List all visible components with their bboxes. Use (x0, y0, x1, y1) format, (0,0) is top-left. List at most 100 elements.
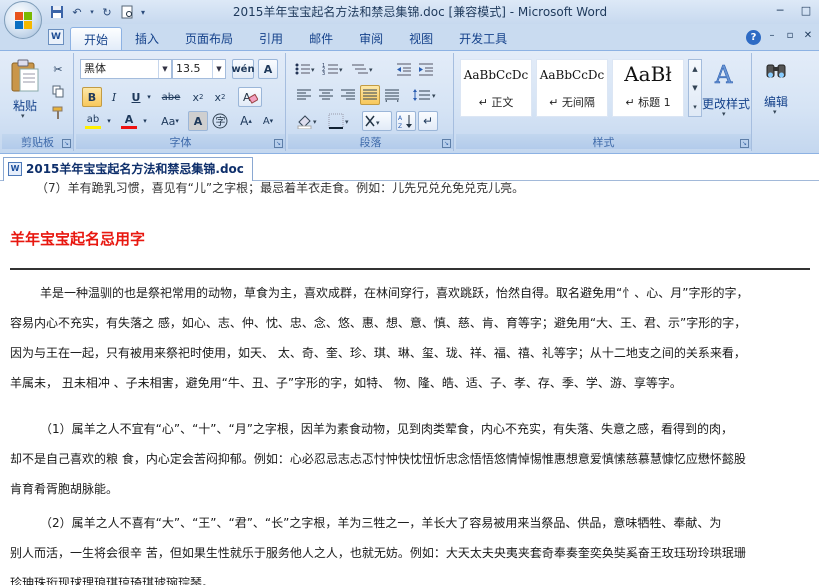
change-styles-button[interactable]: A 更改样式 ▾ (702, 59, 750, 119)
underline-dropdown-icon[interactable]: ▾ (144, 87, 154, 107)
svg-text:3: 3 (322, 71, 325, 76)
doc-close-icon[interactable]: ✕ (801, 28, 815, 44)
phonetic-guide-icon[interactable]: wén (231, 59, 255, 79)
svg-text:A: A (398, 115, 403, 122)
svg-text:A: A (714, 61, 733, 89)
align-center-icon[interactable] (316, 85, 336, 105)
align-left-icon[interactable] (294, 85, 314, 105)
document-tab[interactable]: W 2015羊年宝宝起名方法和禁忌集锦.doc (3, 157, 253, 181)
bullets-icon[interactable]: ▾ (292, 59, 318, 79)
sort-icon[interactable]: AZ (396, 111, 416, 131)
text-line: 别人而活，一生将会很辛 苦，但如果生性就乐于服务他人之人，也就无妨。例如：大天太… (10, 546, 746, 560)
font-color-dropdown-icon[interactable]: ▾ (140, 111, 150, 131)
svg-text:▾: ▾ (311, 66, 315, 74)
numbering-icon[interactable]: 1 2 3 ▾ (320, 59, 346, 79)
font-size-dropdown-icon[interactable]: ▼ (212, 60, 225, 78)
doc-restore-icon[interactable]: ▫ (783, 28, 797, 44)
italic-button[interactable]: I (104, 87, 124, 107)
tab-developer[interactable]: 开发工具 (446, 27, 520, 50)
paragraph-rule-2: （2）属羊之人不喜有“大”、“王”、“君”、“长”之字根，羊为三牲之一，羊长大了… (10, 508, 813, 585)
customize-toolbar-icon[interactable]: ▾ (138, 3, 148, 21)
distributed-icon[interactable] (382, 85, 402, 105)
chinese-layout-icon[interactable]: ▾ (362, 111, 392, 131)
shading-icon[interactable]: ▾ (294, 111, 322, 131)
doc-minimize-icon[interactable]: – (765, 28, 779, 44)
styles-launcher-icon[interactable]: ↘ (740, 139, 749, 148)
paste-button[interactable]: 粘贴 ▾ (6, 57, 44, 120)
font-name-combo[interactable]: 黑体 ▼ (80, 59, 172, 79)
character-border-icon[interactable]: A (258, 59, 278, 79)
underline-button[interactable]: U (126, 87, 146, 107)
font-launcher-icon[interactable]: ↘ (274, 139, 283, 148)
quick-styles-gallery: AaBbCcDc ↵ 正文 AaBbCcDc ↵ 无间隔 AaBł ↵ 标题 1 (460, 59, 688, 117)
change-case-icon[interactable]: Aa ▾ (156, 111, 184, 131)
office-button[interactable] (4, 1, 42, 39)
style-heading-1[interactable]: AaBł ↵ 标题 1 (612, 59, 684, 117)
help-icon[interactable]: ? (746, 30, 761, 45)
borders-icon[interactable]: ▾ (326, 111, 354, 131)
line-spacing-icon[interactable]: ▾ (410, 85, 440, 105)
font-name-value: 黑体 (84, 62, 106, 75)
svg-text:▾: ▾ (313, 118, 317, 126)
font-group-label: 字体 (76, 134, 285, 149)
decrease-indent-icon[interactable] (394, 59, 414, 79)
tab-references[interactable]: 引用 (246, 27, 296, 50)
styles-group-label: 样式 (456, 134, 751, 149)
text-line: 羊是一种温驯的也是祭祀常用的动物，草食为主，喜欢成群，在林间穿行，喜欢跳跃，怡然… (40, 286, 749, 300)
clipboard-group: 粘贴 ▾ ✂ 剪贴板 ↘ (2, 53, 74, 151)
paste-dropdown-icon[interactable]: ▾ (21, 112, 25, 120)
editing-dropdown-icon[interactable]: ▾ (773, 108, 777, 116)
justify-icon[interactable] (360, 85, 380, 105)
highlight-dropdown-icon[interactable]: ▾ (104, 111, 114, 131)
style-normal[interactable]: AaBbCcDc ↵ 正文 (460, 59, 532, 117)
enclose-characters-icon[interactable]: 字 (210, 111, 230, 131)
style-no-spacing[interactable]: AaBbCcDc ↵ 无间隔 (536, 59, 608, 117)
character-shading-icon[interactable]: A (188, 111, 208, 131)
tab-home[interactable]: 开始 (70, 27, 123, 50)
minimize-icon[interactable]: ─ (767, 0, 793, 20)
copy-icon[interactable] (48, 81, 68, 101)
text-line: 因为与王在一起，只有被用来祭祀时使用，如天、 太、奇、奎、珍、琪、琳、玺、珑、祥… (10, 346, 746, 360)
tab-insert[interactable]: 插入 (122, 27, 172, 50)
styles-group: AaBbCcDc ↵ 正文 AaBbCcDc ↵ 无间隔 AaBł ↵ 标题 1… (456, 53, 752, 151)
cut-icon[interactable]: ✂ (48, 59, 68, 79)
multilevel-list-icon[interactable]: ▾ (348, 59, 376, 79)
paragraph-intro: 羊是一种温驯的也是祭祀常用的动物，草食为主，喜欢成群，在林间穿行，喜欢跳跃，怡然… (10, 278, 813, 398)
superscript-button[interactable]: x2 (210, 87, 230, 107)
ribbon-tab-bar: W 开始 插入 页面布局 引用 邮件 审阅 视图 开发工具 ? – ▫ ✕ (0, 24, 819, 50)
subscript-button[interactable]: x2 (188, 87, 208, 107)
save-icon[interactable] (48, 3, 66, 21)
text-line: 却不是自己喜欢的粮 食，内心定会苦闷抑郁。例如：心必忍忌志忐忑忖忡快忱忸忻忠念悟… (10, 452, 746, 466)
font-size-combo[interactable]: 13.5 ▼ (172, 59, 226, 79)
clipboard-launcher-icon[interactable]: ↘ (62, 139, 71, 148)
font-color-icon[interactable]: A (118, 111, 140, 131)
undo-icon[interactable]: ↶ (68, 3, 86, 21)
paragraph-launcher-icon[interactable]: ↘ (442, 139, 451, 148)
strikethrough-button[interactable]: abe (158, 87, 184, 107)
ribbon: 粘贴 ▾ ✂ 剪贴板 ↘ 黑体 ▼ 13.5 ▼ wén A B I U ▾ a… (0, 50, 819, 154)
change-styles-dropdown-icon[interactable]: ▾ (722, 110, 726, 118)
dropdown-arrow-icon[interactable]: ▾ (88, 3, 96, 21)
clear-formatting-icon[interactable]: A (238, 87, 262, 107)
tab-review[interactable]: 审阅 (346, 27, 396, 50)
grow-font-icon[interactable]: A ▴ (236, 111, 256, 131)
print-preview-icon[interactable] (118, 3, 136, 21)
document-window-controls: – ▫ ✕ (765, 28, 815, 44)
align-right-icon[interactable] (338, 85, 358, 105)
bold-button[interactable]: B (82, 87, 102, 107)
tab-view[interactable]: 视图 (396, 27, 446, 50)
tab-page-layout[interactable]: 页面布局 (172, 27, 246, 50)
show-hide-marks-icon[interactable]: ↵ (418, 111, 438, 131)
shrink-font-icon[interactable]: A ▾ (258, 111, 278, 131)
document-body[interactable]: （7）羊有跪乳习惯，喜见有“儿”之字根；最忌着羊衣走食。例如：儿先兄兑允免兑克儿… (0, 182, 819, 585)
format-painter-icon[interactable] (48, 103, 68, 123)
editing-button[interactable]: 编辑 ▾ (756, 57, 796, 127)
increase-indent-icon[interactable] (416, 59, 436, 79)
gallery-up-icon[interactable]: ▲ (689, 60, 701, 79)
tab-mailings[interactable]: 邮件 (296, 27, 346, 50)
maximize-icon[interactable]: □ (793, 0, 819, 20)
font-name-dropdown-icon[interactable]: ▼ (158, 60, 171, 78)
highlight-color-icon[interactable]: ab (82, 111, 104, 131)
change-styles-icon: A (714, 61, 734, 89)
redo-icon[interactable]: ↻ (98, 3, 116, 21)
